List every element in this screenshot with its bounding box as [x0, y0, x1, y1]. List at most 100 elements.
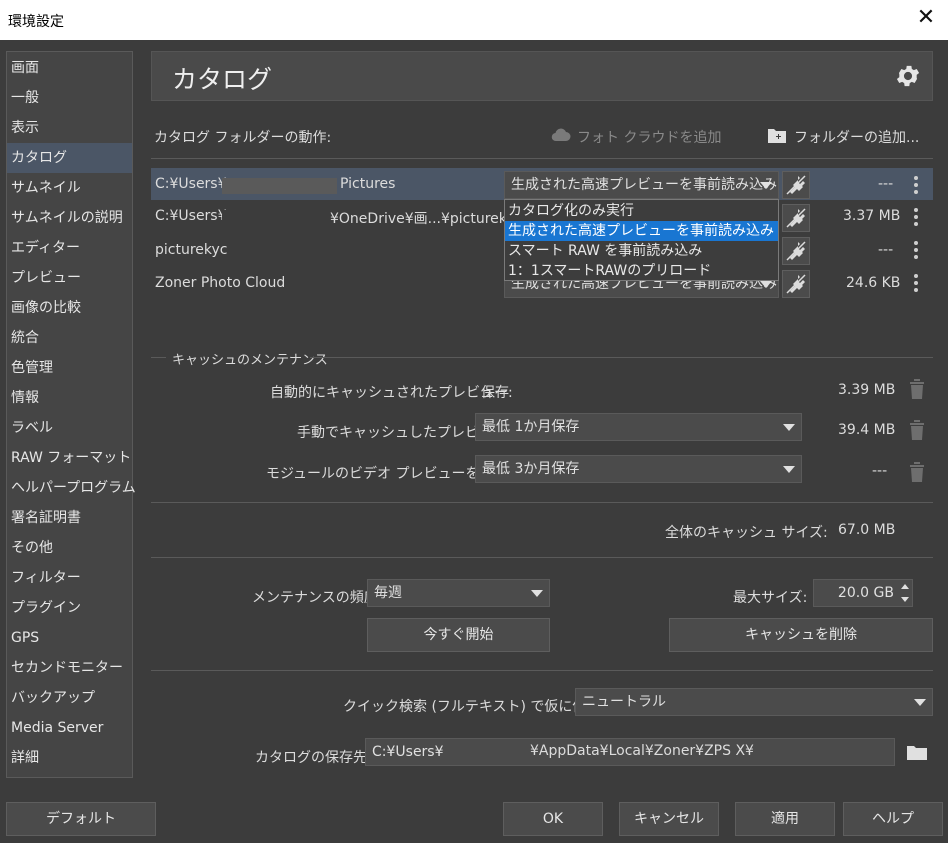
plug-button[interactable]	[782, 237, 810, 265]
plug-button[interactable]	[782, 270, 810, 298]
manual-cache-size: 39.4 MB	[838, 422, 896, 438]
default-button[interactable]: デフォルト	[6, 802, 156, 836]
more-options-icon[interactable]	[912, 176, 920, 196]
sidebar-item[interactable]: 画面	[7, 53, 132, 83]
more-options-icon[interactable]	[912, 241, 920, 261]
folder-icon[interactable]	[906, 744, 928, 761]
delete-cache-button[interactable]: キャッシュを削除	[669, 618, 933, 652]
folder-path: Zoner Photo Cloud	[155, 275, 286, 291]
sidebar-item[interactable]: 一般	[7, 83, 132, 113]
redacted-text	[222, 178, 337, 194]
dropdown-option[interactable]: 1：1スマートRAWのプリロード	[505, 261, 778, 281]
sidebar-item[interactable]: 画像の比較	[7, 293, 132, 323]
sidebar-item[interactable]: プラグイン	[7, 593, 132, 623]
folder-size: 3.37 MB	[843, 208, 901, 224]
plug-button[interactable]	[782, 204, 810, 232]
chevron-down-icon	[531, 590, 543, 597]
trash-icon[interactable]	[908, 461, 926, 483]
plug-icon	[786, 274, 806, 294]
folder-path: picturekyc	[155, 242, 228, 258]
sidebar-item[interactable]: Media Server	[7, 713, 132, 743]
plug-icon	[786, 208, 806, 228]
apply-button[interactable]: 適用	[735, 802, 835, 836]
chevron-down-icon	[783, 466, 795, 473]
preview-mode-dropdown: カタログ化のみ実行 生成された高速プレビューを事前読み込み スマート RAW を…	[504, 199, 779, 281]
plug-icon	[786, 241, 806, 261]
preview-mode-select[interactable]: 生成された高速プレビューを事前読み込み	[504, 171, 779, 199]
storage-label: カタログの保存先:	[255, 750, 372, 766]
sidebar-item[interactable]: 表示	[7, 113, 132, 143]
folder-path: C:¥Users¥	[155, 176, 227, 192]
divider	[151, 670, 933, 671]
sidebar-item[interactable]: その他	[7, 533, 132, 563]
frequency-select[interactable]: 毎週	[367, 579, 550, 607]
auto-cache-size: 3.39 MB	[838, 382, 896, 398]
sidebar-item[interactable]: バックアップ	[7, 683, 132, 713]
ok-button[interactable]: OK	[503, 802, 603, 836]
total-cache-label: 全体のキャッシュ サイズ:	[665, 525, 828, 541]
chevron-down-icon	[760, 182, 772, 189]
divider	[151, 557, 933, 558]
sidebar-item[interactable]: エディター	[7, 233, 132, 263]
folder-size: ---	[878, 176, 894, 192]
redacted-text	[222, 210, 328, 226]
add-folder-button[interactable]: フォルダーの追加...	[794, 127, 919, 147]
sidebar-item[interactable]: フィルター	[7, 563, 132, 593]
gear-icon[interactable]	[894, 62, 922, 90]
title-bar: 環境設定 ✕	[0, 0, 948, 40]
max-size-label: 最大サイズ:	[733, 590, 808, 606]
spinner-arrows-icon[interactable]	[897, 579, 913, 607]
sidebar-item[interactable]: プレビュー	[7, 263, 132, 293]
manual-cache-select[interactable]: 最低 1か月保存	[475, 413, 802, 441]
sidebar-item[interactable]: ラベル	[7, 413, 132, 443]
dropdown-option[interactable]: スマート RAW を事前読み込み	[505, 241, 778, 261]
section-title: キャッシュのメンテナンス	[172, 353, 328, 368]
page-header: カタログ	[151, 51, 933, 101]
folder-size: 24.6 KB	[846, 275, 901, 291]
sidebar-item[interactable]: カタログ	[7, 143, 132, 173]
chevron-down-icon	[783, 424, 795, 431]
total-cache-size: 67.0 MB	[838, 522, 896, 538]
window-title: 環境設定	[8, 14, 64, 30]
help-button[interactable]: ヘルプ	[843, 802, 943, 836]
video-preview-select[interactable]: 最低 3か月保存	[475, 455, 802, 483]
more-options-icon[interactable]	[912, 274, 920, 294]
page-title: カタログ	[172, 65, 273, 94]
trash-icon[interactable]	[908, 419, 926, 441]
divider	[151, 357, 166, 358]
sidebar: 画面 一般 表示 カタログ サムネイル サムネイルの説明 エディター プレビュー 画像の比較 統合…	[6, 51, 136, 778]
sidebar-item[interactable]: サムネイル	[7, 173, 132, 203]
sidebar-item[interactable]: 情報	[7, 383, 132, 413]
sidebar-item[interactable]: GPS	[7, 623, 132, 653]
storage-path-suffix: ¥AppData¥Local¥Zoner¥ZPS X¥	[530, 743, 754, 759]
sidebar-item[interactable]: RAW フォーマット	[7, 443, 132, 473]
sidebar-item[interactable]: ヘルパープログラム	[7, 473, 136, 503]
auto-cache-label: 自動的にキャッシュされたプレビュー:	[270, 385, 513, 401]
start-now-button[interactable]: 今すぐ開始	[367, 618, 550, 652]
add-folder-icon	[768, 129, 786, 143]
add-photo-cloud-button[interactable]: フォト クラウドを追加	[577, 127, 721, 147]
folder-size: ---	[878, 242, 894, 258]
plug-button[interactable]	[782, 171, 810, 199]
plug-icon	[786, 175, 806, 195]
sidebar-item[interactable]: 統合	[7, 323, 132, 353]
sidebar-item[interactable]: セカンドモニター	[7, 653, 132, 683]
sidebar-item[interactable]: 詳細	[7, 743, 132, 773]
more-options-icon[interactable]	[912, 208, 920, 228]
cancel-button[interactable]: キャンセル	[619, 802, 719, 836]
sidebar-item[interactable]: サムネイルの説明	[7, 203, 132, 233]
cloud-icon	[551, 128, 571, 142]
folder-path-suffix: Pictures	[340, 176, 396, 192]
sidebar-item[interactable]: 色管理	[7, 353, 132, 383]
frequency-label: メンテナンスの頻度:	[252, 590, 383, 606]
sidebar-item[interactable]: 署名証明書	[7, 503, 132, 533]
quick-search-select[interactable]: ニュートラル	[575, 688, 933, 716]
close-icon[interactable]: ✕	[914, 6, 938, 30]
divider	[151, 158, 933, 159]
dropdown-option[interactable]: カタログ化のみ実行	[505, 201, 778, 221]
chevron-down-icon	[760, 281, 772, 288]
divider	[310, 357, 933, 358]
dropdown-option-selected[interactable]: 生成された高速プレビューを事前読み込み	[505, 221, 778, 241]
divider	[151, 502, 933, 503]
trash-icon[interactable]	[908, 378, 926, 400]
